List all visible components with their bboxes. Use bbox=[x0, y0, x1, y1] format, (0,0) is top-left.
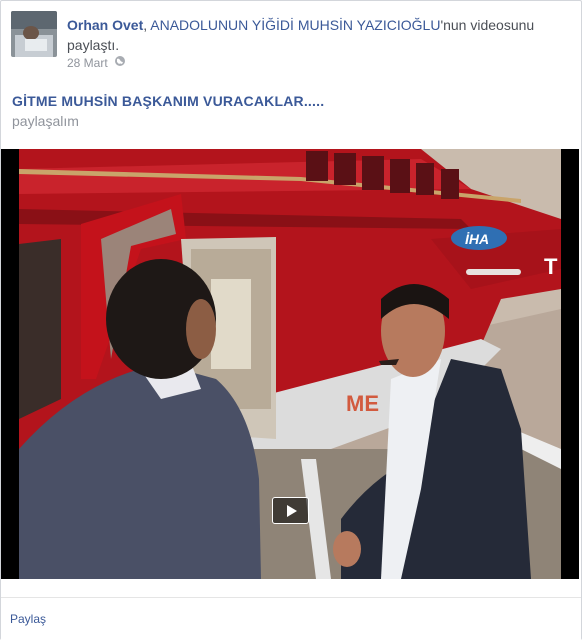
helicopter-text: ME bbox=[346, 391, 379, 416]
news-logo-text: İHA bbox=[465, 231, 489, 247]
post-footer: Paylaş bbox=[1, 597, 581, 640]
author-avatar[interactable] bbox=[11, 11, 57, 57]
author-name-link[interactable]: Orhan Ovet bbox=[67, 17, 143, 33]
tail-letter: T bbox=[544, 254, 558, 279]
post-card: Orhan Ovet, ANADOLUNUN YİĞİDİ MUHSİN YAZ… bbox=[0, 0, 582, 640]
play-button[interactable] bbox=[272, 497, 309, 524]
share-link[interactable]: Paylaş bbox=[10, 612, 46, 626]
globe-icon[interactable] bbox=[114, 55, 126, 70]
shared-link-caption: paylaşalım bbox=[12, 113, 79, 129]
post-headline: Orhan Ovet, ANADOLUNUN YİĞİDİ MUHSİN YAZ… bbox=[67, 15, 562, 55]
shared-link-title[interactable]: GİTME MUHSİN BAŞKANIM VURACAKLAR..... bbox=[12, 93, 324, 109]
post-meta: 28 Mart bbox=[67, 55, 126, 70]
post-date[interactable]: 28 Mart bbox=[67, 56, 108, 70]
video-player[interactable]: İHA T ME bbox=[1, 149, 579, 579]
page-name-link[interactable]: ANADOLUNUN YİĞİDİ MUHSİN YAZICIOĞLU bbox=[150, 17, 440, 33]
play-icon bbox=[286, 504, 297, 517]
